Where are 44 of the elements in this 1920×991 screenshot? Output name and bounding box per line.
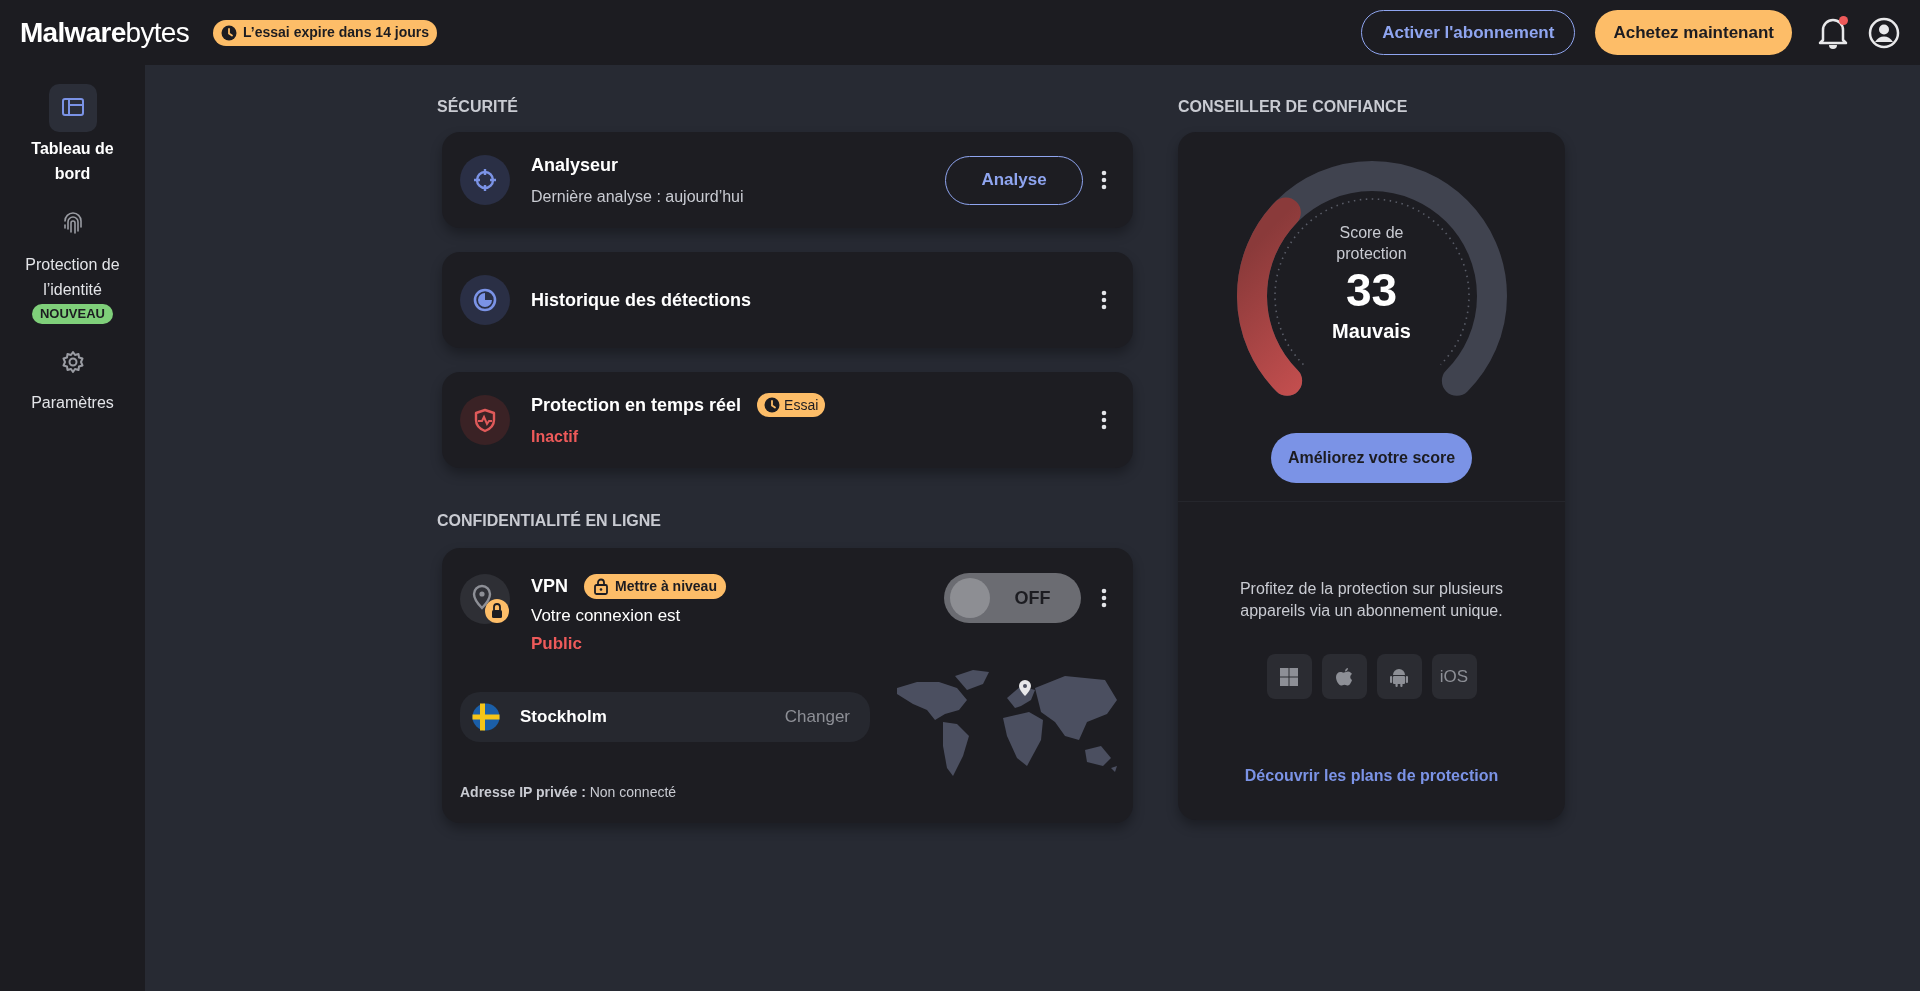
crosshair-icon (460, 155, 510, 205)
trial-badge: Essai (757, 393, 826, 417)
vpn-location-icon (460, 574, 510, 624)
shield-icon (460, 395, 510, 445)
card-status: Inactif (531, 426, 580, 447)
score-value: 33 (1345, 264, 1398, 316)
more-options-icon[interactable] (1101, 410, 1107, 430)
upgrade-badge[interactable]: Mettre à niveau (584, 574, 726, 599)
section-heading: CONFIDENTIALITÉ EN LIGNE (437, 511, 662, 531)
change-link[interactable]: Changer (784, 704, 850, 730)
more-options-icon[interactable] (1101, 170, 1107, 190)
more-options-icon[interactable] (1101, 290, 1107, 310)
trial-badge: L’essai expire dans 14 jours (213, 19, 438, 46)
sidebar-item[interactable]: Paramètres (7, 338, 138, 415)
app-logo: Malwarebytes (20, 15, 190, 50)
location-selector[interactable]: Stockholm Changer (460, 692, 870, 742)
more-options-icon[interactable] (1101, 588, 1107, 608)
promo-text: Profitez de la protection sur plusieurs appareils via un abonnement unique. (1238, 579, 1505, 621)
card-title: Protection en temps réel (531, 393, 742, 417)
section-heading: CONSEILLER DE CONFIANCE (1178, 97, 1409, 117)
new-badge: NOUVEAU (32, 304, 113, 324)
protection-plans-link[interactable]: Découvrir les plans de protection (1244, 764, 1499, 788)
improve-score-button[interactable]: Améliorez votre score (1271, 433, 1472, 483)
section-heading: SÉCURITÉ (437, 97, 519, 117)
card-title: VPN (531, 575, 568, 598)
score-rating: Mauvais (1332, 319, 1411, 344)
radar-icon (460, 275, 510, 325)
sidebar-item[interactable]: Protection de l’identité NOUVEAU (7, 200, 138, 324)
account-icon[interactable] (1868, 16, 1900, 49)
clock-icon (764, 397, 781, 413)
connection-status: Public (531, 632, 583, 655)
connection-label: Votre connexion est (531, 605, 682, 627)
private-ip-text: Adresse IP privée : Non connecté (460, 783, 677, 802)
card-title: Analyseur (531, 153, 619, 177)
card-title: Historique des détections (531, 288, 752, 312)
score-label: Score de protection (1335, 223, 1408, 264)
platform-tile: iOS (1431, 654, 1477, 699)
card-status: Dernière analyse : aujourd’hui (531, 186, 745, 207)
location-name: Stockholm (520, 706, 608, 729)
buy-now-button[interactable]: Achetez maintenant (1595, 10, 1792, 55)
flag-icon (472, 703, 500, 731)
clock-icon (221, 24, 238, 41)
lock-icon (593, 578, 609, 595)
sidebar-item[interactable]: Tableau de bord (7, 84, 138, 186)
